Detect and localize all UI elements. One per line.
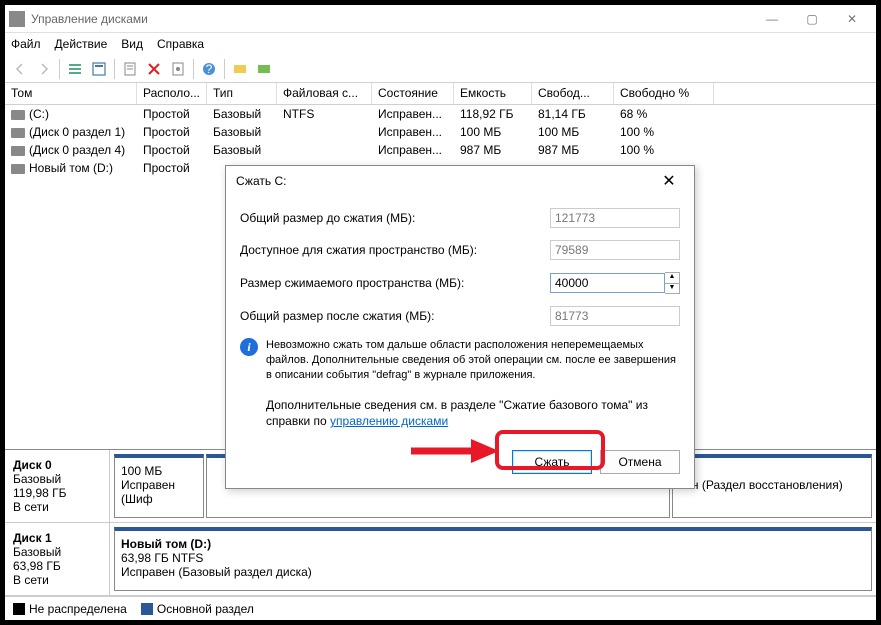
info-text: Невозможно сжать том дальше области расп…	[266, 338, 680, 383]
col-free[interactable]: Свобод...	[532, 83, 614, 104]
partition[interactable]: Новый том (D:) 63,98 ГБ NTFS Исправен (Б…	[114, 527, 872, 591]
delete-icon[interactable]	[143, 58, 165, 80]
help-icon[interactable]: ?	[198, 58, 220, 80]
tool1-icon[interactable]	[229, 58, 251, 80]
table-row[interactable]: (Диск 0 раздел 4) ПростойБазовый Исправе…	[5, 141, 876, 159]
col-fs[interactable]: Файловая с...	[277, 83, 372, 104]
table-row[interactable]: (C:) ПростойБазовый NTFSИсправен... 118,…	[5, 105, 876, 123]
total-after-field: 81773	[550, 306, 680, 326]
shrink-button[interactable]: Сжать	[512, 450, 592, 474]
toolbar: ?	[5, 55, 876, 83]
available-field: 79589	[550, 240, 680, 260]
window-title: Управление дисками	[31, 12, 752, 26]
maximize-button[interactable]: ▢	[792, 5, 832, 33]
drive-icon	[11, 164, 25, 174]
menu-view[interactable]: Вид	[121, 37, 143, 51]
legend-primary-icon	[141, 603, 153, 615]
close-button[interactable]: ✕	[832, 5, 872, 33]
total-before-field: 121773	[550, 208, 680, 228]
tool2-icon[interactable]	[253, 58, 275, 80]
col-type[interactable]: Тип	[207, 83, 277, 104]
legend: Не распределена Основной раздел	[5, 596, 876, 620]
prop-icon[interactable]	[119, 58, 141, 80]
svg-text:?: ?	[206, 62, 213, 76]
col-pct[interactable]: Свободно %	[614, 83, 714, 104]
view-list-icon[interactable]	[64, 58, 86, 80]
partition[interactable]: 100 МБИсправен (Шиф	[114, 454, 204, 518]
help-link[interactable]: управлению дисками	[330, 414, 448, 428]
back-button[interactable]	[9, 58, 31, 80]
partition[interactable]: ІБвен (Раздел восстановления)	[672, 454, 872, 518]
menu-file[interactable]: Файл	[11, 37, 41, 51]
disk0-info[interactable]: Диск 0 Базовый 119,98 ГБ В сети	[5, 450, 110, 522]
prop2-icon[interactable]	[167, 58, 189, 80]
minimize-button[interactable]: —	[752, 5, 792, 33]
col-cap[interactable]: Емкость	[454, 83, 532, 104]
forward-button[interactable]	[33, 58, 55, 80]
drive-icon	[11, 128, 25, 138]
col-volume[interactable]: Том	[5, 83, 137, 104]
drive-icon	[11, 146, 25, 156]
dialog-title: Сжать C:	[236, 174, 654, 188]
spinner[interactable]: ▲▼	[665, 272, 680, 294]
titlebar: Управление дисками — ▢ ✕	[5, 5, 876, 33]
shrink-dialog: Сжать C: ✕ Общий размер до сжатия (МБ):1…	[225, 165, 695, 489]
col-layout[interactable]: Располо...	[137, 83, 207, 104]
refresh-icon[interactable]	[88, 58, 110, 80]
disk1-info[interactable]: Диск 1 Базовый 63,98 ГБ В сети	[5, 523, 110, 595]
menubar: Файл Действие Вид Справка	[5, 33, 876, 55]
col-status[interactable]: Состояние	[372, 83, 454, 104]
shrink-amount-input[interactable]: 40000	[550, 273, 665, 293]
menu-action[interactable]: Действие	[55, 37, 108, 51]
table-header: Том Располо... Тип Файловая с... Состоян…	[5, 83, 876, 105]
drive-icon	[11, 110, 25, 120]
cancel-button[interactable]: Отмена	[600, 450, 680, 474]
menu-help[interactable]: Справка	[157, 37, 204, 51]
legend-unalloc-icon	[13, 603, 25, 615]
app-icon	[9, 11, 25, 27]
info-icon: i	[240, 338, 258, 356]
table-row[interactable]: (Диск 0 раздел 1) ПростойБазовый Исправе…	[5, 123, 876, 141]
dialog-close-button[interactable]: ✕	[654, 171, 684, 191]
